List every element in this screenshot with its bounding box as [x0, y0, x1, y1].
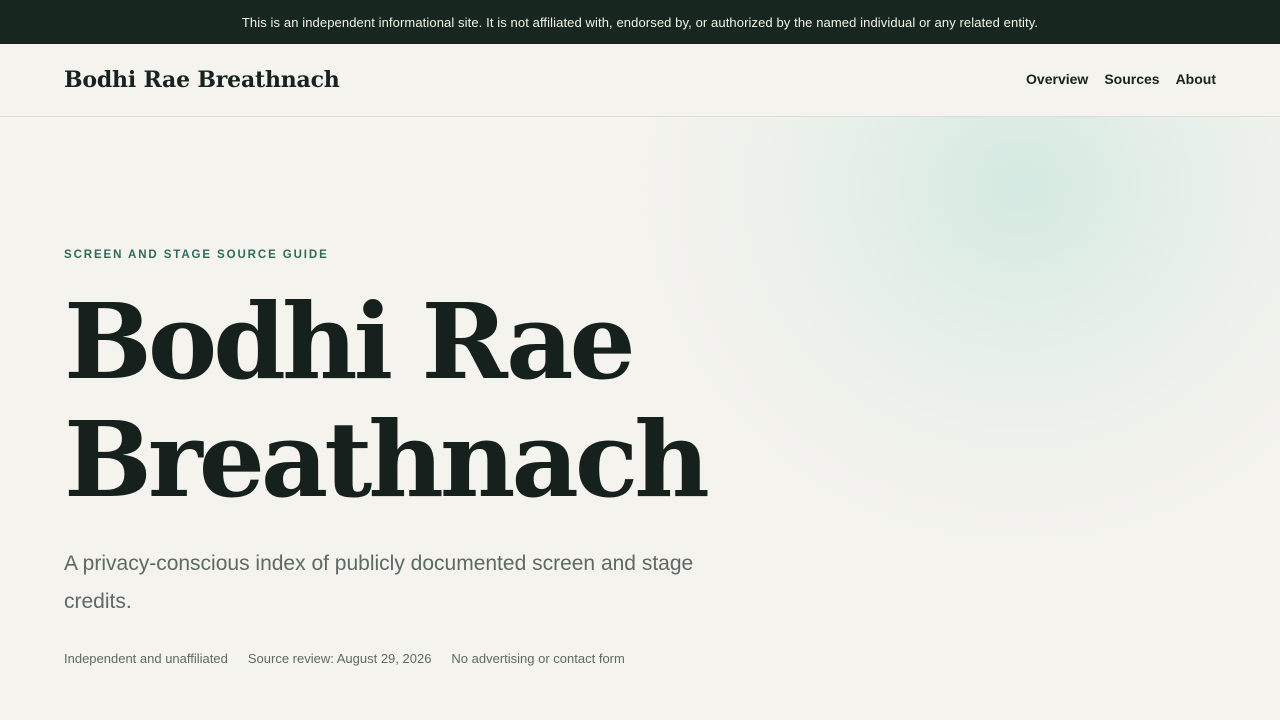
hero-eyebrow: SCREEN AND STAGE SOURCE GUIDE — [64, 249, 329, 261]
page-title-line-1: Bodhi Rae — [64, 280, 636, 403]
hero-section: SCREEN AND STAGE SOURCE GUIDE Bodhi Rae … — [0, 117, 1280, 720]
site-header: Bodhi Rae Breathnach Overview Sources Ab… — [0, 44, 1280, 117]
nav-link-overview[interactable]: Overview — [1026, 71, 1088, 87]
nav-link-about[interactable]: About — [1176, 71, 1216, 87]
nav-item-overview: Overview — [1026, 71, 1088, 89]
nav-item-about: About — [1176, 71, 1216, 89]
meta-item-no-advertising: No advertising or contact form — [451, 651, 625, 666]
main-nav: Overview Sources About — [1026, 71, 1216, 89]
disclaimer-banner: This is an independent informational sit… — [0, 0, 1280, 44]
nav-link-sources[interactable]: Sources — [1104, 71, 1159, 87]
hero-content: SCREEN AND STAGE SOURCE GUIDE Bodhi Rae … — [0, 117, 1280, 666]
meta-item-source-review: Source review: August 29, 2026 — [247, 651, 432, 666]
meta-item-unaffiliated: Independent and unaffiliated — [64, 651, 228, 666]
hero-meta-list: Independent and unaffiliated Source revi… — [64, 651, 1280, 666]
nav-item-sources: Sources — [1104, 71, 1159, 89]
site-brand-link[interactable]: Bodhi Rae Breathnach — [64, 67, 340, 93]
page-title-line-2: Breathnach — [64, 398, 710, 521]
disclaimer-text: This is an independent informational sit… — [241, 14, 1039, 30]
page-title: Bodhi Rae Breathnach — [64, 283, 764, 519]
hero-lede: A privacy-conscious index of publicly do… — [64, 552, 694, 613]
